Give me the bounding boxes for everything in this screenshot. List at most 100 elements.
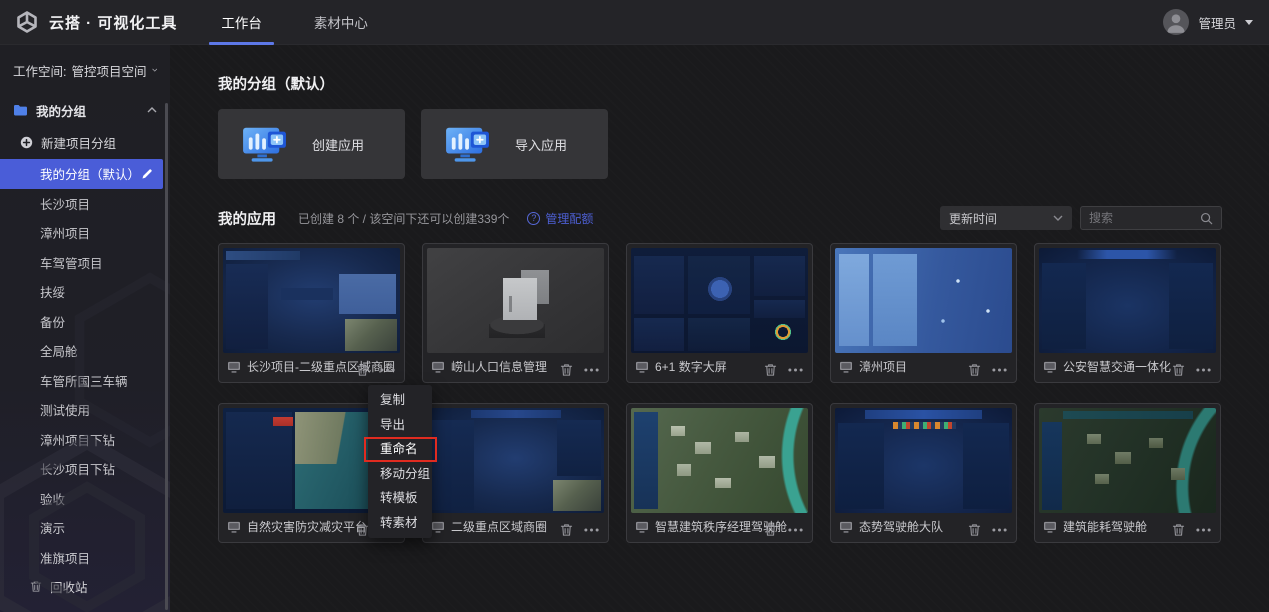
delete-icon[interactable] [1172, 363, 1185, 377]
help-icon[interactable]: ? [527, 212, 540, 225]
plus-circle-icon [20, 136, 33, 149]
app-card[interactable]: 公安智慧交通一体化 [1034, 243, 1221, 383]
sidebar-group-item[interactable]: 漳州项目下钻 [0, 425, 170, 455]
chevron-down-icon [152, 67, 158, 73]
person-icon [1163, 9, 1189, 35]
tab-label: 工作台 [221, 12, 262, 32]
folder-icon [13, 104, 28, 116]
app-thumbnail [427, 248, 604, 353]
search-input[interactable] [1089, 211, 1200, 225]
app-card[interactable]: 长沙项目-二级重点区域商圈 [218, 243, 405, 383]
delete-icon[interactable] [764, 363, 777, 377]
chevron-down-icon[interactable] [1245, 20, 1253, 25]
more-icon[interactable] [1196, 528, 1211, 532]
recycle-bin[interactable]: 回收站 [0, 572, 170, 602]
more-icon[interactable] [584, 368, 599, 372]
sidebar-group-item[interactable]: 漳州项目 [0, 218, 170, 248]
screen-icon [839, 521, 853, 533]
context-menu-item[interactable]: 重命名 [368, 437, 432, 462]
app-card[interactable]: 6+1 数字大屏 [626, 243, 813, 383]
sidebar-group-item[interactable]: 测试使用 [0, 395, 170, 425]
my-apps-title: 我的应用 [218, 208, 276, 229]
sidebar-group-item[interactable]: 扶绥 [0, 277, 170, 307]
sidebar-group-item[interactable]: 车驾管项目 [0, 248, 170, 278]
context-menu-item[interactable]: 转素材 [368, 511, 432, 536]
screen-icon [1043, 361, 1057, 373]
manage-quota-link[interactable]: 管理配额 [545, 210, 593, 227]
chevron-up-icon [147, 107, 157, 113]
more-icon[interactable] [788, 528, 803, 532]
page-title: 我的分组（默认） [218, 73, 334, 94]
create-app-button[interactable]: 创建应用 [218, 109, 405, 179]
my-groups-header[interactable]: 我的分组 [0, 95, 170, 125]
more-icon[interactable] [788, 368, 803, 372]
context-menu-item[interactable]: 导出 [368, 413, 432, 438]
app-card-actions [356, 363, 395, 377]
workspace-selector[interactable]: 工作空间: 管控项目空间 [0, 45, 170, 95]
context-menu: 复制导出重命名移动分组转模板转素材 [368, 385, 432, 538]
sidebar-group-item[interactable]: 准旗项目 [0, 543, 170, 573]
edit-pencil-icon[interactable] [141, 168, 153, 180]
import-app-label: 导入应用 [515, 135, 567, 154]
more-icon[interactable] [1196, 368, 1211, 372]
sidebar-scrollbar[interactable] [165, 103, 168, 610]
app-card-actions [1172, 363, 1211, 377]
topbar-tab[interactable]: 工作台 [195, 0, 288, 45]
screen-icon [839, 361, 853, 373]
context-menu-item[interactable]: 转模板 [368, 486, 432, 511]
sidebar-group-item[interactable]: 备份 [0, 307, 170, 337]
sidebar-group-item[interactable]: 我的分组（默认） [0, 159, 163, 189]
delete-icon[interactable] [1172, 523, 1185, 537]
delete-icon[interactable] [968, 523, 981, 537]
context-menu-item[interactable]: 移动分组 [368, 462, 432, 487]
more-icon[interactable] [992, 368, 1007, 372]
new-group-button[interactable]: 新建项目分组 [0, 125, 170, 159]
action-buttons: 创建应用 导入应用 [218, 109, 608, 179]
screen-icon [227, 361, 241, 373]
app-thumbnail [1039, 248, 1216, 353]
more-icon[interactable] [992, 528, 1007, 532]
app-window: 云搭 · 可视化工具 工作台 素材中心 管理员 工作空间: 管控项 [0, 0, 1269, 612]
app-card-actions [560, 523, 599, 537]
delete-icon[interactable] [560, 523, 573, 537]
app-title: 6+1 数字大屏 [655, 358, 727, 375]
apps-header: 我的应用 已创建 8 个 / 该空间下还可以创建339个 ? 管理配额 更新时间 [218, 205, 1222, 231]
more-icon[interactable] [380, 368, 395, 372]
app-title: 态势驾驶舱大队 [859, 518, 943, 535]
sidebar-group-item[interactable]: 验收 [0, 484, 170, 514]
context-menu-item[interactable]: 复制 [368, 388, 432, 413]
delete-icon[interactable] [560, 363, 573, 377]
more-icon[interactable] [584, 528, 599, 532]
delete-icon[interactable] [968, 363, 981, 377]
monitor-plus-icon [445, 124, 491, 164]
app-thumbnail [835, 248, 1012, 353]
search-icon [1200, 212, 1213, 225]
import-app-button[interactable]: 导入应用 [421, 109, 608, 179]
sidebar-group-item[interactable]: 长沙项目 [0, 189, 170, 219]
search-box [1080, 206, 1222, 230]
sidebar-group-item[interactable]: 长沙项目下钻 [0, 454, 170, 484]
avatar[interactable] [1163, 9, 1189, 35]
delete-icon[interactable] [764, 523, 777, 537]
app-card[interactable]: 智慧建筑秩序经理驾驶舱 [626, 403, 813, 543]
group-item-label: 验收 [40, 489, 65, 508]
sidebar-group-item[interactable]: 演示 [0, 513, 170, 543]
sidebar-group-item[interactable]: 全局舱 [0, 336, 170, 366]
app-card[interactable]: 二级重点区域商圈 [422, 403, 609, 543]
monitor-plus-icon [242, 124, 288, 164]
sort-value: 更新时间 [949, 210, 997, 227]
group-item-label: 漳州项目下钻 [40, 430, 115, 449]
username[interactable]: 管理员 [1198, 13, 1236, 32]
topbar-tab[interactable]: 素材中心 [288, 0, 394, 45]
app-card[interactable]: 崂山人口信息管理 [422, 243, 609, 383]
app-card[interactable]: 漳州项目 [830, 243, 1017, 383]
app-thumbnail [223, 248, 400, 353]
app-thumbnail [835, 408, 1012, 513]
quota-text: 已创建 8 个 / 该空间下还可以创建339个 [298, 210, 509, 227]
delete-icon[interactable] [356, 363, 369, 377]
trash-icon [30, 580, 42, 593]
app-card[interactable]: 态势驾驶舱大队 [830, 403, 1017, 543]
app-card[interactable]: 建筑能耗驾驶舱 [1034, 403, 1221, 543]
sort-dropdown[interactable]: 更新时间 [940, 206, 1072, 230]
sidebar-group-item[interactable]: 车管所国三车辆 [0, 366, 170, 396]
